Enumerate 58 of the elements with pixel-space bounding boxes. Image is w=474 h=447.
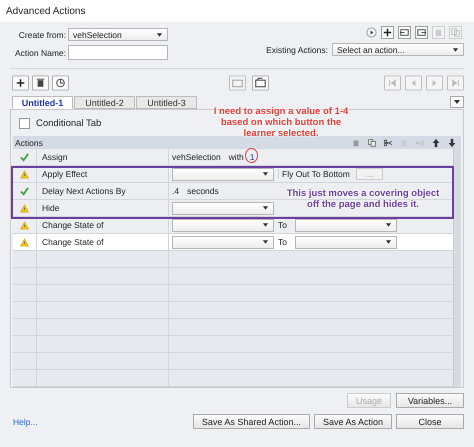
effect-name: Fly Out To Bottom xyxy=(278,169,350,179)
import-icon[interactable] xyxy=(398,26,411,39)
action-name: Hide xyxy=(42,203,60,213)
annotation-text: I need to assign a value of 1-4 based on which button the learner selected. xyxy=(213,106,349,139)
caret-icon xyxy=(262,205,269,211)
annotation-text: This just moves a covering object off the page and hides it. xyxy=(286,188,440,210)
footer-button[interactable]: Save As Shared Action... xyxy=(192,414,310,429)
caret-icon xyxy=(384,222,392,228)
add-icon[interactable] xyxy=(12,75,29,91)
play-icon[interactable] xyxy=(366,27,377,38)
caret-icon xyxy=(262,222,269,228)
action-name-field[interactable] xyxy=(68,45,168,60)
delay-value[interactable]: .4 xyxy=(172,186,180,196)
create-from-dropdown[interactable]: vehSelection xyxy=(68,28,168,41)
highlight-circle xyxy=(244,148,258,163)
caret-icon xyxy=(262,171,269,177)
to-label: To xyxy=(278,220,287,230)
checkbox-label: Conditional Tab xyxy=(36,118,102,128)
dropdown-icon[interactable] xyxy=(450,96,464,108)
down-arrow-icon[interactable] xyxy=(447,138,457,148)
footer-button[interactable]: Save As Action xyxy=(314,414,392,429)
with-label: with xyxy=(228,152,244,162)
table-header: Actions xyxy=(15,138,43,148)
tab[interactable]: Untitled-2 xyxy=(74,96,135,109)
scrollbar[interactable] xyxy=(453,149,461,387)
state-dropdown[interactable] xyxy=(294,218,397,232)
existing-actions-label: Existing Actions: xyxy=(266,44,328,54)
action-name: Change State of xyxy=(42,237,104,247)
footer-button[interactable]: Close xyxy=(396,414,464,429)
checkbox[interactable] xyxy=(19,118,30,128)
caret-icon xyxy=(262,239,269,245)
action-name: Apply Effect xyxy=(42,169,88,179)
caret-icon xyxy=(452,46,459,52)
action-name: Change State of xyxy=(42,220,104,230)
add-icon[interactable] xyxy=(381,26,394,39)
create-from-label: Create from: xyxy=(18,30,66,40)
unit-label: seconds xyxy=(187,186,219,196)
tab[interactable]: Untitled-1 xyxy=(12,96,73,109)
export-icon[interactable] xyxy=(415,26,428,39)
existing-actions-dropdown[interactable]: Select an action... xyxy=(332,43,464,56)
to-label: To xyxy=(278,237,287,247)
caret-icon xyxy=(156,32,163,38)
variable-name: vehSelection xyxy=(172,152,221,162)
action-name-label: Action Name: xyxy=(14,48,66,58)
clock-icon[interactable] xyxy=(52,75,69,91)
object-dropdown[interactable] xyxy=(172,218,274,232)
value-text[interactable]: 1 xyxy=(250,152,255,162)
action-name: Delay Next Actions By xyxy=(42,186,126,196)
variables-button[interactable]: Variables... xyxy=(396,393,464,408)
help-link[interactable]: Help... xyxy=(13,416,38,426)
object-dropdown[interactable] xyxy=(172,168,274,180)
tab[interactable]: Untitled-3 xyxy=(136,96,197,109)
window-title: Advanced Actions xyxy=(6,6,86,16)
action-name: Assign xyxy=(42,152,68,162)
copy-icon[interactable] xyxy=(367,138,377,148)
caret-icon xyxy=(384,239,392,245)
up-arrow-icon[interactable] xyxy=(431,138,441,148)
scissors-icon[interactable] xyxy=(383,138,393,148)
